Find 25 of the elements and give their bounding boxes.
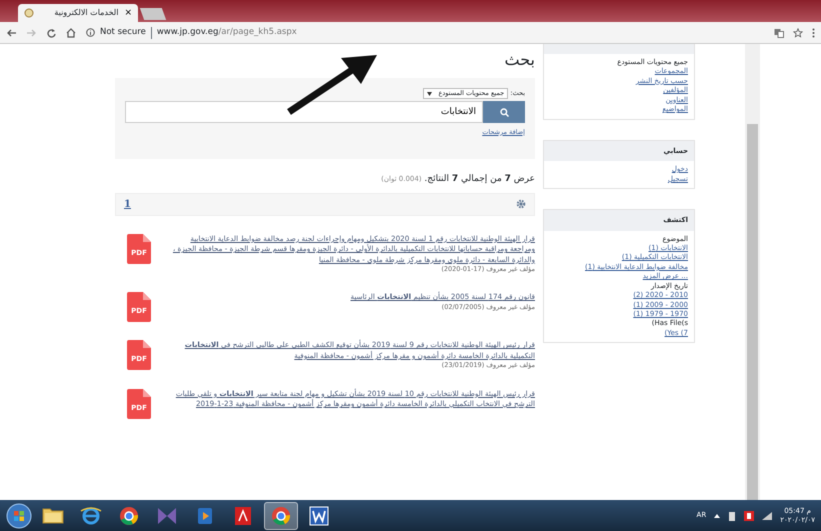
scrollbar[interactable] [745,44,760,500]
back-icon[interactable] [6,28,17,38]
url-field[interactable]: www.jp.gov.eg/ar/page_kh5.aspx [156,26,297,39]
search-button[interactable] [483,101,525,124]
shield-icon[interactable] [744,510,754,520]
page-link[interactable]: 1 [124,196,131,212]
caret-icon[interactable] [714,514,720,518]
signal-icon[interactable] [762,512,772,520]
page-heading: بحث [504,49,535,71]
search-icon [500,108,508,117]
taskbar-button[interactable] [264,502,298,530]
tab-title: الخدمات الالكترونية [54,7,118,19]
gear-icon [516,199,526,210]
browser-tab[interactable]: الخدمات الالكترونية × [18,4,138,22]
start-orb-icon[interactable] [6,502,32,528]
page-icon [24,8,34,18]
security-label: Not secure [100,26,146,39]
caret-icon [427,92,432,96]
star-icon[interactable] [793,28,803,38]
search-field[interactable]: الانتخابات [125,101,483,124]
home-icon[interactable] [66,28,77,38]
reload-icon[interactable] [46,28,57,38]
new-tab-button[interactable] [140,8,166,20]
info-icon [86,28,95,37]
menu-icon[interactable] [812,28,815,38]
